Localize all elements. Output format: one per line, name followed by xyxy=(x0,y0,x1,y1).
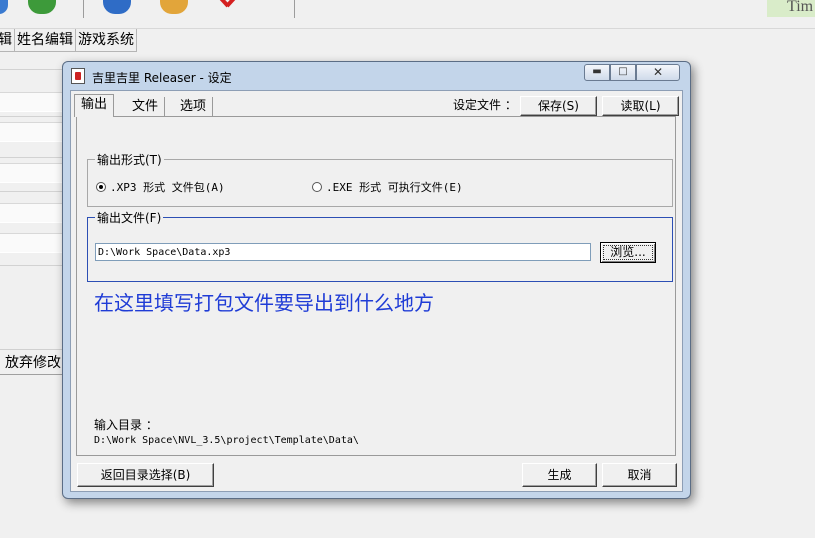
dialog-titlebar[interactable]: 吉里吉里 Releaser - 设定 ▬ □ ✕ xyxy=(63,62,690,90)
minimize-button[interactable]: ▬ xyxy=(584,64,610,81)
input-dir-path: D:\Work Space\NVL_3.5\project\Template\D… xyxy=(94,435,359,446)
tab-files[interactable]: 文件 xyxy=(126,97,166,117)
back-to-directory-button[interactable]: 返回目录选择(B) xyxy=(77,463,214,487)
divider xyxy=(0,191,66,192)
close-button[interactable]: ✕ xyxy=(636,64,680,81)
divider xyxy=(0,69,66,70)
radio-checked-icon[interactable] xyxy=(96,182,106,192)
input-dir-label: 输入目录 ： xyxy=(94,418,158,432)
background-field[interactable] xyxy=(0,122,66,142)
toolbar-green-icon[interactable] xyxy=(28,0,56,14)
toolbar-separator xyxy=(294,0,295,18)
app-icon xyxy=(71,68,85,84)
radio-exe-label: .EXE 形式 可执行文件(E) xyxy=(326,181,463,194)
output-tab-panel: 输出形式(T) .XP3 形式 文件包(A) .EXE 形式 可执行文件(E) … xyxy=(76,116,676,456)
divider xyxy=(0,157,66,158)
settings-file-label: 设定文件 ： xyxy=(453,98,517,112)
output-file-group: 输出文件(F) 浏览... xyxy=(87,209,673,282)
cancel-button[interactable]: 取消 xyxy=(602,463,677,487)
radio-xp3-label: .XP3 形式 文件包(A) xyxy=(110,181,225,194)
background-left-panel xyxy=(0,65,66,395)
maximize-button[interactable]: □ xyxy=(610,64,636,81)
generate-button[interactable]: 生成 xyxy=(522,463,597,487)
divider xyxy=(0,265,66,266)
menu-item-edit[interactable]: 辑 xyxy=(0,29,15,52)
background-field[interactable] xyxy=(0,92,66,112)
background-field[interactable] xyxy=(0,203,66,223)
toolbar-globe-icon[interactable] xyxy=(103,0,131,14)
output-file-title: 输出文件(F) xyxy=(95,209,164,226)
tab-options[interactable]: 选项 xyxy=(174,97,214,117)
output-path-input[interactable] xyxy=(95,243,591,261)
save-button[interactable]: 保存(S) xyxy=(520,96,597,116)
background-corner-text: Tim xyxy=(767,0,815,17)
background-field[interactable] xyxy=(0,163,66,183)
background-field[interactable] xyxy=(0,233,66,253)
output-format-group: 输出形式(T) .XP3 形式 文件包(A) .EXE 形式 可执行文件(E) xyxy=(87,151,673,207)
dialog-title: 吉里吉里 Releaser - 设定 xyxy=(92,71,232,85)
annotation-text: 在这里填写打包文件要导出到什么地方 xyxy=(94,291,434,315)
discard-changes-button[interactable]: 放弃修改 xyxy=(0,349,66,375)
toolbar-separator xyxy=(83,0,84,18)
radio-exe-format[interactable]: .EXE 形式 可执行文件(E) xyxy=(312,179,463,195)
menu-item-game-system[interactable]: 游戏系统 xyxy=(76,29,137,52)
dialog-client-area: 输出 文件 选项 设定文件 ： 保存(S) 读取(L) 输出形式(T) .XP3… xyxy=(70,90,683,492)
divider xyxy=(0,116,66,117)
radio-unchecked-icon[interactable] xyxy=(312,182,322,192)
load-button[interactable]: 读取(L) xyxy=(602,96,679,116)
toolbar-delete-icon[interactable] xyxy=(214,0,244,14)
radio-xp3-format[interactable]: .XP3 形式 文件包(A) xyxy=(96,179,225,195)
menu-item-name-edit[interactable]: 姓名编辑 xyxy=(15,29,76,52)
output-format-title: 输出形式(T) xyxy=(95,151,164,168)
background-menubar: 辑 姓名编辑 游戏系统 xyxy=(0,29,137,53)
toolbar-box-icon[interactable] xyxy=(160,0,188,14)
toolbar-blue-icon[interactable] xyxy=(0,0,8,14)
browse-button[interactable]: 浏览... xyxy=(600,242,656,263)
browse-button-label: 浏览... xyxy=(603,245,653,260)
tab-output[interactable]: 输出 xyxy=(74,94,115,117)
background-toolbar: Tim xyxy=(0,0,815,29)
releaser-settings-dialog: 吉里吉里 Releaser - 设定 ▬ □ ✕ 输出 文件 选项 设定文件 ：… xyxy=(62,61,691,499)
